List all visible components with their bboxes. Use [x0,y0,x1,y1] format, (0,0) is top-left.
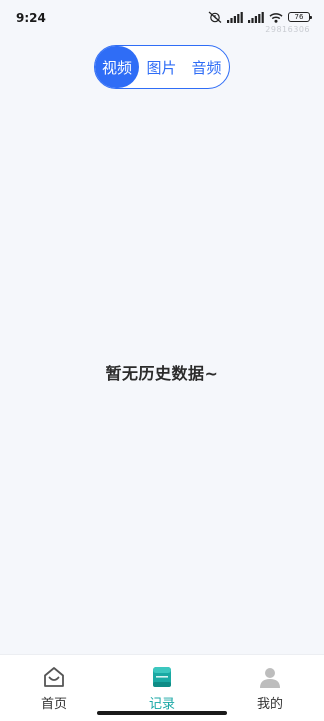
tab-mine[interactable]: 我的 [216,655,324,721]
alarm-off-icon [208,11,222,23]
book-icon [150,665,174,689]
tab-records-label: 记录 [148,697,175,712]
media-type-segment: 视频 图片 音频 [94,45,230,89]
signal-4g-icon [227,11,243,23]
status-icons: 76 [208,11,312,23]
tab-home-label: 首页 [40,697,67,712]
status-time: 9:24 [16,11,46,25]
empty-state-message: 暂无历史数据~ [105,364,219,383]
home-icon [42,665,66,689]
status-bar: 9:24 76 29816306 [0,0,324,38]
wifi-icon [269,12,283,23]
segment-image[interactable]: 图片 [139,46,184,88]
home-indicator [97,711,227,715]
segment-audio[interactable]: 音频 [184,46,229,88]
user-icon [258,665,282,689]
segment-video[interactable]: 视频 [95,46,139,88]
battery-icon: 76 [288,12,312,22]
tab-home[interactable]: 首页 [0,655,108,721]
signal-hd-icon [248,11,264,23]
watermark: 29816306 [265,25,310,34]
tab-mine-label: 我的 [256,697,283,712]
